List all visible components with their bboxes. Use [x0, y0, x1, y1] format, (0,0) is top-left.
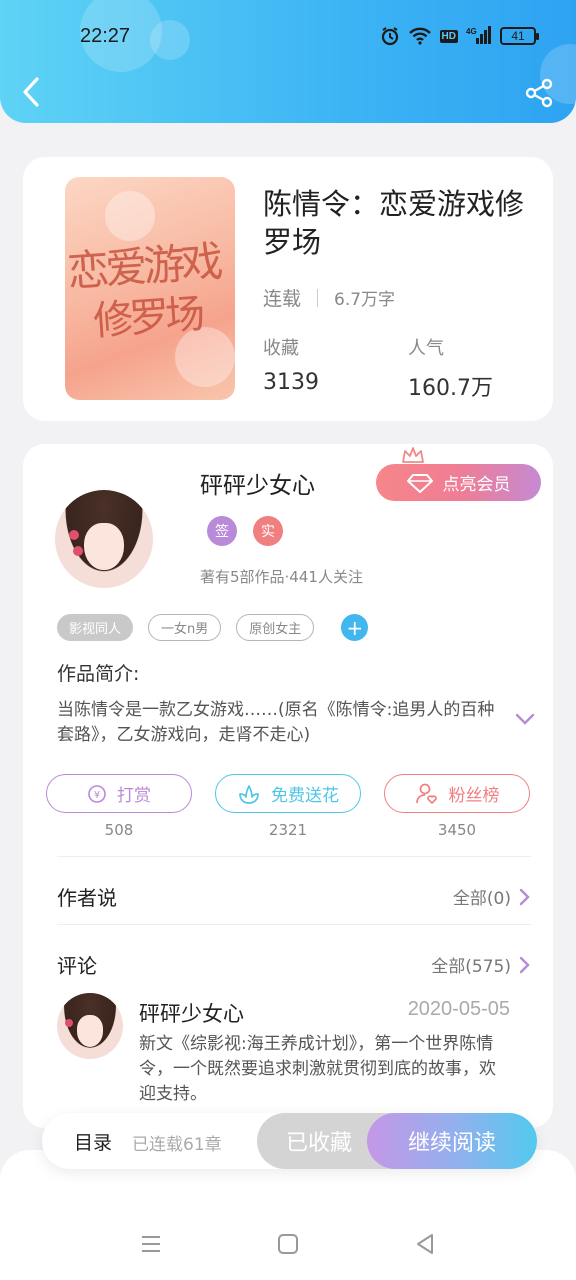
- back-nav-icon[interactable]: [413, 1232, 437, 1256]
- add-tag-button[interactable]: +: [341, 614, 369, 641]
- stat-favorites: 收藏 3139: [263, 334, 319, 395]
- menu-nav-icon[interactable]: [139, 1232, 163, 1256]
- word-count: 6.7万字: [334, 290, 396, 310]
- coin-icon: ¥: [88, 784, 106, 803]
- book-cover[interactable]: 恋爱游戏 修罗场: [65, 177, 235, 400]
- continue-reading-label: 继续阅读: [407, 1131, 496, 1156]
- tip-button[interactable]: ¥ 打赏: [46, 774, 192, 813]
- hd-badge: HD: [439, 29, 458, 43]
- book-status: 连载: [263, 288, 302, 310]
- vip-label: 点亮会员: [442, 475, 511, 495]
- commenter-avatar[interactable]: [57, 993, 123, 1059]
- share-icon[interactable]: [524, 78, 554, 108]
- comments-more[interactable]: 全部(575): [431, 952, 531, 977]
- divider: [317, 288, 319, 307]
- avatar-flower: [69, 530, 79, 540]
- book-detail-card: 砰砰少女心 点亮会员 签 实 著有5部作品·441人关注 影视同人 一女n男 原…: [23, 444, 553, 1128]
- signal-icon: 4G: [466, 26, 491, 44]
- tip-label: 打赏: [117, 786, 151, 806]
- tag-item[interactable]: 影视同人: [57, 614, 134, 641]
- cover-title-line2: 修罗场: [91, 291, 203, 345]
- decor-bubble: [150, 20, 190, 60]
- intro-text: 当陈情令是一款乙女游戏……(原名《陈情令:追男人的百种套路》，乙女游戏向，走肾不…: [57, 700, 495, 745]
- home-nav-icon[interactable]: [276, 1232, 300, 1256]
- wifi-icon: [408, 27, 431, 45]
- continue-reading-button[interactable]: 继续阅读: [367, 1113, 537, 1169]
- diamond-icon: [406, 473, 433, 493]
- stat-label: 人气: [408, 338, 444, 359]
- chevron-right-icon: [519, 888, 530, 905]
- back-arrow-icon[interactable]: [20, 76, 44, 108]
- book-title: 陈情令：恋爱游戏修罗场: [263, 187, 525, 259]
- verified-badge: 实: [253, 516, 283, 546]
- fan-ranking-button[interactable]: 粉丝榜: [384, 774, 530, 813]
- flower-count: 2321: [268, 821, 308, 839]
- comment-text: 新文《综影视:海王养成计划》，第一个世界陈情令，一个既然要追求刺激就贯彻到底的故…: [139, 1034, 496, 1104]
- author-avatar[interactable]: [55, 490, 153, 588]
- flower-icon: [239, 784, 259, 804]
- tag-item[interactable]: 一女n男: [148, 614, 222, 641]
- chevron-right-icon: [519, 956, 530, 973]
- comment-username[interactable]: 砰砰少女心: [139, 998, 244, 1028]
- avatar-flower: [73, 546, 83, 556]
- svg-text:4G: 4G: [466, 27, 477, 36]
- bottom-action-bar: 目录 已连载61章 已收藏 继续阅读: [42, 1113, 537, 1169]
- tip-count: 508: [104, 821, 134, 839]
- author-name[interactable]: 砰砰少女心: [200, 466, 315, 500]
- comments-title: 评论: [57, 954, 97, 978]
- crown-icon: [402, 447, 424, 463]
- battery-indicator: 41: [500, 27, 539, 45]
- bottom-panel: [0, 1150, 576, 1280]
- divider: [57, 856, 531, 857]
- book-meta: 连载 6.7万字: [263, 284, 395, 311]
- chevron-down-icon[interactable]: [515, 712, 535, 726]
- author-says-more[interactable]: 全部(0): [453, 884, 531, 909]
- alarm-icon: [381, 27, 398, 46]
- stat-label: 收藏: [263, 338, 299, 359]
- toc-button[interactable]: 目录: [74, 1128, 112, 1155]
- intro-title: 作品简介:: [57, 663, 140, 685]
- divider: [57, 924, 531, 925]
- header-bar: 22:27 HD 4G 41: [0, 0, 576, 123]
- chapter-count: 已连载61章: [132, 1135, 222, 1155]
- status-icons: HD 4G 41: [380, 26, 539, 46]
- avatar-face: [84, 523, 124, 571]
- signed-badge: 签: [207, 516, 237, 546]
- comments-count: 全部(575): [431, 957, 511, 977]
- tag-item[interactable]: 原创女主: [236, 614, 315, 641]
- collected-label: 已收藏: [285, 1131, 352, 1156]
- author-says-count: 全部(0): [452, 889, 511, 909]
- tag-list: 影视同人 一女n男 原创女主 +: [57, 614, 369, 641]
- status-time: 22:27: [80, 25, 131, 47]
- book-info-card: 恋爱游戏 修罗场 陈情令：恋爱游戏修罗场 连载 6.7万字 收藏 3139 人气…: [23, 157, 553, 421]
- comment-date: 2020-05-05: [407, 998, 510, 1020]
- author-says-title: 作者说: [57, 886, 117, 910]
- user-heart-icon: [415, 783, 437, 804]
- vip-button[interactable]: 点亮会员: [376, 464, 541, 501]
- avatar-flower: [65, 1019, 73, 1027]
- send-flower-button[interactable]: 免费送花: [215, 774, 361, 813]
- author-info: 著有5部作品·441人关注: [200, 568, 363, 586]
- avatar-face: [76, 1015, 104, 1048]
- svg-text:¥: ¥: [94, 790, 100, 801]
- stat-value: 3139: [263, 370, 319, 395]
- send-flower-label: 免费送花: [271, 786, 339, 806]
- stat-value: 160.7万: [408, 376, 493, 401]
- fan-count: 3450: [437, 821, 477, 839]
- fan-ranking-label: 粉丝榜: [448, 786, 500, 806]
- stat-popularity: 人气 160.7万: [408, 334, 493, 402]
